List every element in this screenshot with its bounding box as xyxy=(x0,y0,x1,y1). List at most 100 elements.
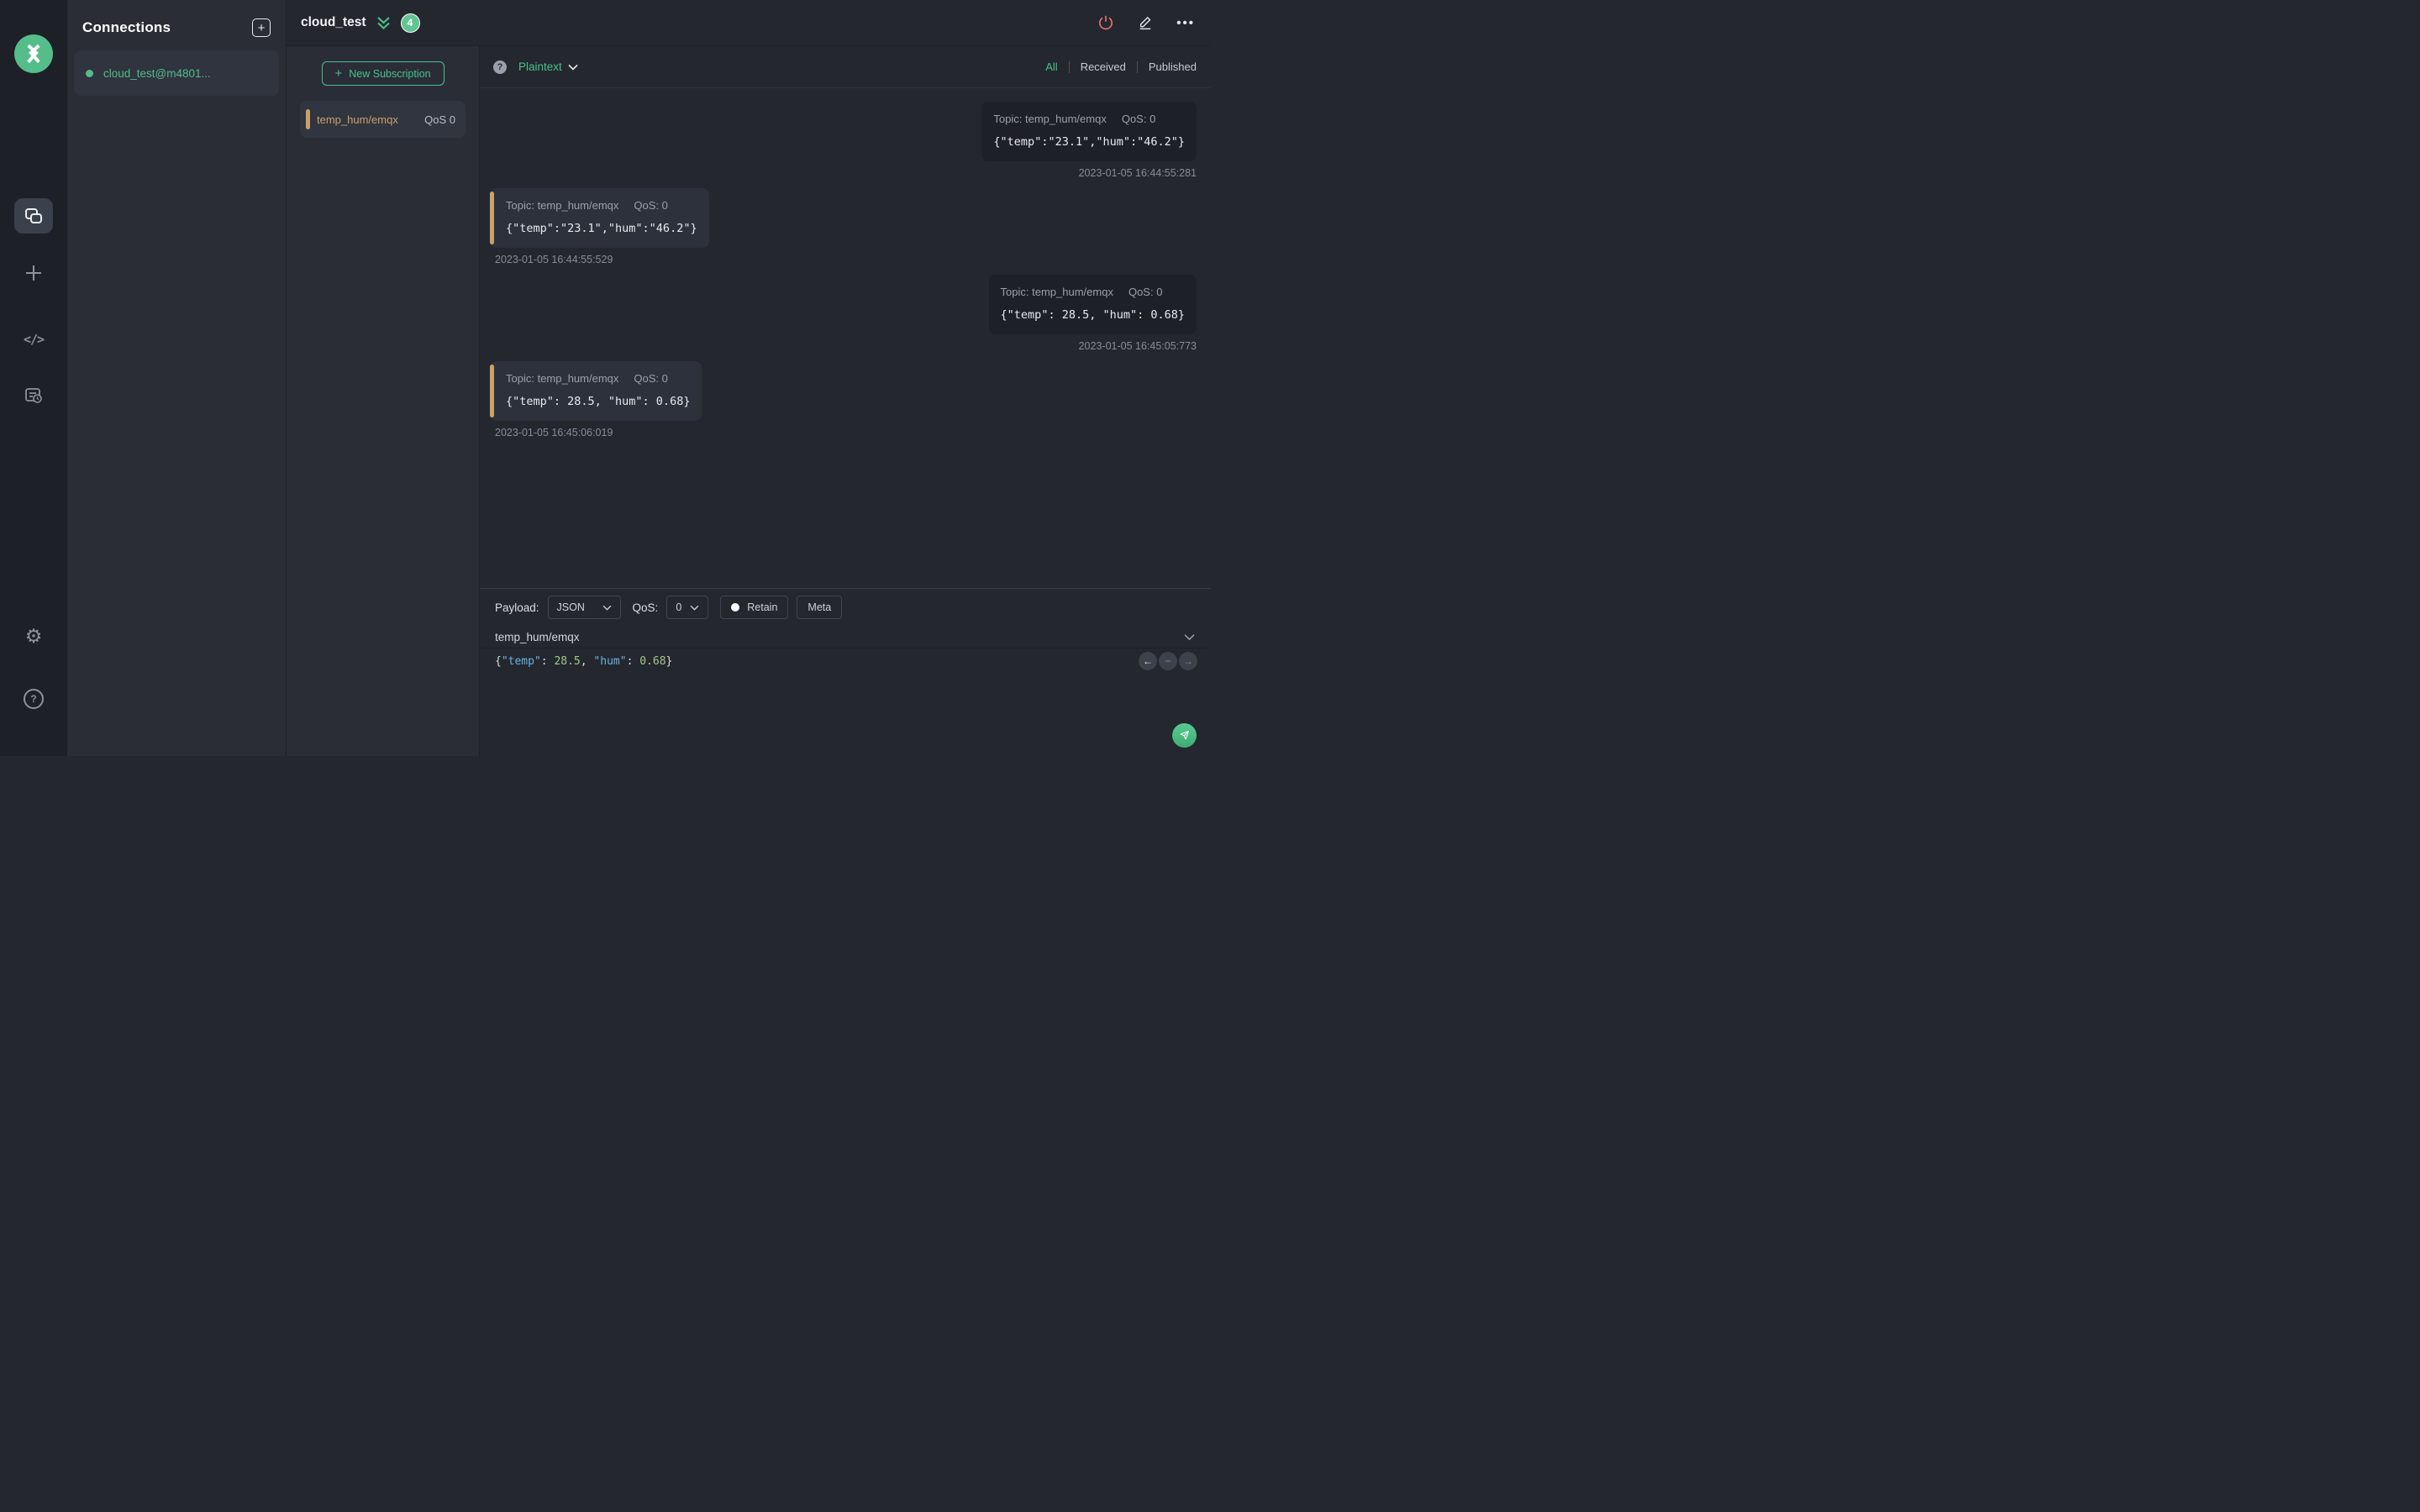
message-payload: {"temp":"23.1","hum":"46.2"} xyxy=(993,135,1185,149)
message-published: Topic: temp_hum/emqx QoS: 0 {"temp":"23.1"… xyxy=(490,102,1197,179)
new-subscription-label: New Subscription xyxy=(349,67,431,80)
retain-toggle[interactable]: Retain xyxy=(720,596,789,619)
sidebar-item-log[interactable] xyxy=(24,387,43,404)
message-qos: QoS: 0 xyxy=(634,199,668,212)
history-forward-button[interactable]: → xyxy=(1179,652,1197,670)
sidebar-item-new-connection[interactable] xyxy=(24,264,43,282)
send-icon xyxy=(1180,730,1190,740)
disconnect-button[interactable] xyxy=(1097,14,1114,31)
code-token: , xyxy=(580,655,594,668)
subscription-count-badge: 4 xyxy=(400,13,420,33)
code-token: : xyxy=(540,655,555,668)
message-timestamp: 2023-01-05 16:44:55:529 xyxy=(495,254,613,265)
sidebar-item-help[interactable]: ? xyxy=(24,689,44,709)
qos-value: 0 xyxy=(676,601,682,613)
send-button[interactable] xyxy=(1172,723,1197,748)
message-bubble[interactable]: Topic: temp_hum/emqx QoS: 0 {"temp": 28.5,… xyxy=(490,361,702,421)
publish-panel: Payload: JSON QoS: 0 Retain Meta temp_hu… xyxy=(480,588,1210,756)
connection-name: cloud_test@m4801... xyxy=(103,66,211,80)
code-token: : xyxy=(626,655,640,668)
gear-icon: ⚙ xyxy=(24,625,43,647)
subscription-item[interactable]: temp_hum/emqx QoS 0 xyxy=(300,101,466,138)
chevron-down-icon xyxy=(690,605,699,611)
payload-format-value: JSON xyxy=(556,601,585,613)
ellipsis-icon: ••• xyxy=(1176,15,1195,30)
payload-label: Payload: xyxy=(495,601,539,614)
collapse-connection-icon[interactable] xyxy=(376,15,391,30)
message-topic: Topic: temp_hum/emqx xyxy=(506,372,619,385)
subscription-qos: QoS 0 xyxy=(424,113,455,126)
message-list: Topic: temp_hum/emqx QoS: 0 {"temp":"23.1"… xyxy=(480,88,1210,588)
payload-editor[interactable]: {"temp": 28.5, "hum": 0.68} ← − → xyxy=(480,648,1210,756)
filter-divider xyxy=(1068,60,1070,73)
message-payload: {"temp": 28.5, "hum": 0.68} xyxy=(506,395,691,408)
message-payload: {"temp":"23.1","hum":"46.2"} xyxy=(506,222,697,235)
subscription-topic: temp_hum/emqx xyxy=(317,113,398,126)
add-connection-button[interactable]: + xyxy=(252,18,271,37)
message-qos: QoS: 0 xyxy=(634,372,668,385)
view-format-value: Plaintext xyxy=(518,60,562,73)
payload-code[interactable]: {"temp": 28.5, "hum": 0.68} xyxy=(495,654,1195,669)
code-token: { xyxy=(495,655,502,668)
publish-topic-input[interactable]: temp_hum/emqx xyxy=(495,631,1184,643)
plus-icon: + xyxy=(257,20,266,35)
plus-icon xyxy=(24,264,43,282)
sidebar-item-script[interactable]: </> xyxy=(23,332,45,347)
more-options-button[interactable]: ••• xyxy=(1176,16,1195,30)
qos-label: QoS: xyxy=(632,601,659,614)
page-title: cloud_test xyxy=(301,15,366,29)
filter-received[interactable]: Received xyxy=(1081,60,1126,73)
view-format-select[interactable]: Plaintext xyxy=(518,60,578,73)
code-icon: </> xyxy=(23,332,45,347)
sidebar-item-connections[interactable] xyxy=(14,198,53,234)
meta-button[interactable]: Meta xyxy=(797,596,843,619)
connected-status-dot xyxy=(86,69,93,77)
power-icon xyxy=(1099,15,1113,30)
message-qos: QoS: 0 xyxy=(1128,286,1163,298)
message-payload: {"temp": 28.5, "hum": 0.68} xyxy=(1000,308,1185,322)
messages-pane: ? Plaintext All Received Published Topic: … xyxy=(480,46,1210,756)
meta-label: Meta xyxy=(808,601,832,613)
message-bubble[interactable]: Topic: temp_hum/emqx QoS: 0 {"temp":"23.1"… xyxy=(981,102,1197,161)
code-token: } xyxy=(666,655,673,668)
filter-published[interactable]: Published xyxy=(1149,60,1197,73)
plus-icon: + xyxy=(334,66,343,81)
history-back-button[interactable]: ← xyxy=(1139,652,1157,670)
subscriptions-column: + New Subscription temp_hum/emqx QoS 0 xyxy=(287,46,480,756)
message-filters: All Received Published xyxy=(1045,60,1197,73)
qos-select[interactable]: 0 xyxy=(666,596,709,619)
code-token: "temp" xyxy=(501,655,541,668)
sidebar-item-settings[interactable]: ⚙ xyxy=(25,627,43,646)
message-received: Topic: temp_hum/emqx QoS: 0 {"temp":"23.1"… xyxy=(490,188,1197,265)
filter-all[interactable]: All xyxy=(1045,60,1057,73)
help-icon: ? xyxy=(24,689,44,709)
chevron-down-icon xyxy=(568,64,578,71)
message-topic: Topic: temp_hum/emqx xyxy=(993,113,1107,125)
message-topic: Topic: temp_hum/emqx xyxy=(506,199,619,212)
messages-toolbar: ? Plaintext All Received Published xyxy=(480,46,1210,88)
new-subscription-button[interactable]: + New Subscription xyxy=(321,61,445,86)
connections-panel: Connections + cloud_test@m4801... xyxy=(67,0,287,756)
code-token: 28.5 xyxy=(554,655,581,668)
payload-format-select[interactable]: JSON xyxy=(547,596,621,619)
connections-icon xyxy=(24,207,43,224)
collapse-editor-icon[interactable] xyxy=(1184,633,1195,641)
mqttx-app: </> ⚙ ? Connections + cloud_test@m4801..… xyxy=(0,0,1210,756)
log-icon xyxy=(24,387,43,404)
message-timestamp: 2023-01-05 16:45:06:019 xyxy=(495,427,613,438)
payload-format-help-icon[interactable]: ? xyxy=(493,60,507,74)
payload-history-nav: ← − → xyxy=(1139,652,1197,670)
message-color-bar xyxy=(490,192,494,244)
message-received: Topic: temp_hum/emqx QoS: 0 {"temp": 28.5,… xyxy=(490,361,1197,438)
code-token: "hum" xyxy=(593,655,627,668)
history-clear-button[interactable]: − xyxy=(1159,652,1177,670)
connection-list-item[interactable]: cloud_test@m4801... xyxy=(74,50,279,96)
retain-label: Retain xyxy=(747,601,778,613)
message-bubble[interactable]: Topic: temp_hum/emqx QoS: 0 {"temp": 28.5,… xyxy=(988,275,1197,334)
retain-dot-icon xyxy=(731,603,740,612)
icon-rail: </> ⚙ ? xyxy=(0,0,67,756)
message-bubble[interactable]: Topic: temp_hum/emqx QoS: 0 {"temp":"23.1"… xyxy=(490,188,709,248)
edit-connection-button[interactable] xyxy=(1137,14,1154,31)
message-published: Topic: temp_hum/emqx QoS: 0 {"temp": 28.5,… xyxy=(490,275,1197,352)
connection-header: cloud_test 4 ••• xyxy=(287,0,1210,46)
